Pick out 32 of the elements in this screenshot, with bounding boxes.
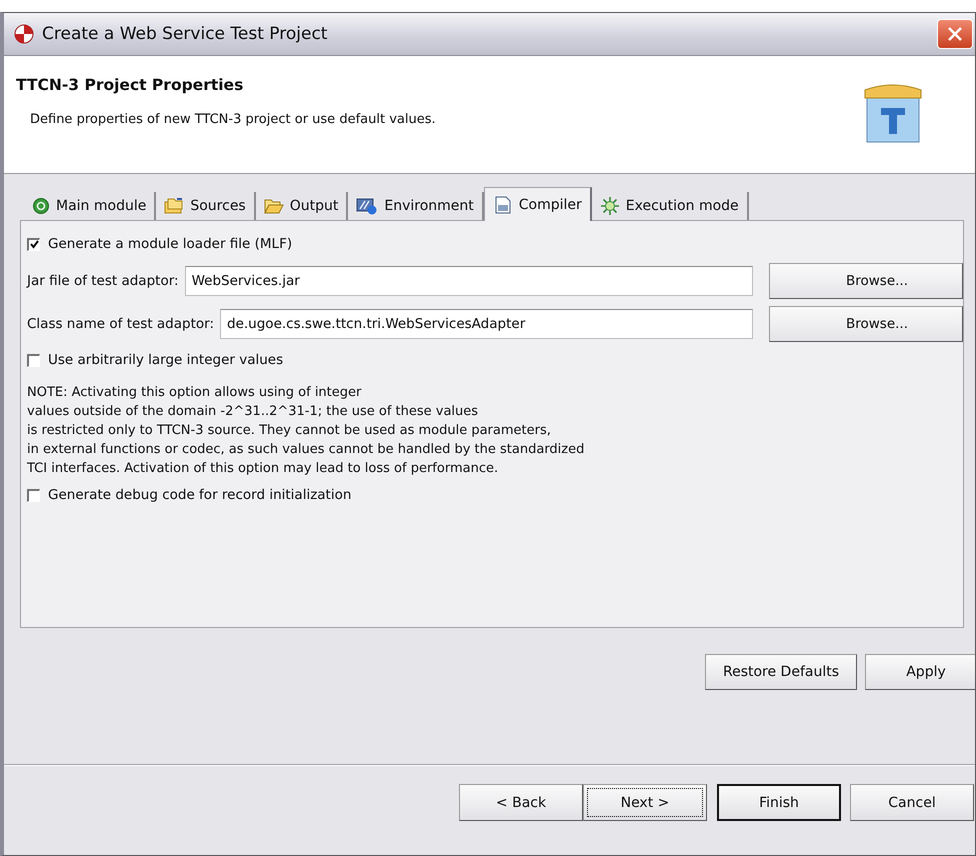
checkbox[interactable] xyxy=(27,488,40,502)
text-field[interactable]: WebServices.jar xyxy=(184,266,753,296)
text-field[interactable]: de.ugoe.cs.swe.ttcn.tri.WebServicesAdapter xyxy=(220,308,753,338)
app-icon xyxy=(14,24,34,44)
window-title: Create a Web Service Test Project xyxy=(42,24,328,44)
close-icon xyxy=(947,26,963,42)
back-button[interactable]: < Back xyxy=(459,784,583,821)
finish-button[interactable]: Finish xyxy=(717,784,841,821)
field-label: Jar file of test adaptor: xyxy=(27,272,179,288)
close-button[interactable] xyxy=(937,19,973,49)
browse-button[interactable]: Browse... xyxy=(769,262,963,298)
folder-icon xyxy=(164,197,184,215)
next-button[interactable]: Next > xyxy=(583,784,707,821)
checkbox-label: Generate debug code for record initialization xyxy=(48,487,352,503)
restore-defaults-button[interactable]: Restore Defaults xyxy=(705,654,857,690)
page-description: Define properties of new TTCN-3 project or use default values. xyxy=(30,112,437,127)
folder-icon xyxy=(264,197,284,215)
module-icon xyxy=(32,197,50,215)
browse-button[interactable]: Browse... xyxy=(769,306,963,342)
apply-button[interactable]: Apply xyxy=(865,654,975,690)
tab[interactable]: Compiler xyxy=(484,187,592,221)
checkbox-label: Use arbitrarily large integer values xyxy=(48,352,284,368)
checkbox[interactable] xyxy=(27,354,40,366)
environment-icon xyxy=(356,197,378,215)
page-title: TTCN-3 Project Properties xyxy=(16,76,244,94)
cancel-button[interactable]: Cancel xyxy=(850,784,974,821)
project-box-icon xyxy=(863,82,923,144)
field-label: Class name of test adaptor: xyxy=(27,316,214,332)
file-icon xyxy=(492,196,513,214)
checkbox-label: Generate a module loader file (MLF) xyxy=(48,236,292,252)
checkbox[interactable] xyxy=(27,238,40,250)
note-text: NOTE: Activating this option allows using of integer values outside of the domain -2^31..2^31-1; the use of these values is restricted only to TTCN-3 source. They cannot be used as module parameters, in external functions or codec, as such values cannot be handled by the standardized TCI interfaces. Activation of this option may lead to loss of performance. xyxy=(27,384,586,478)
